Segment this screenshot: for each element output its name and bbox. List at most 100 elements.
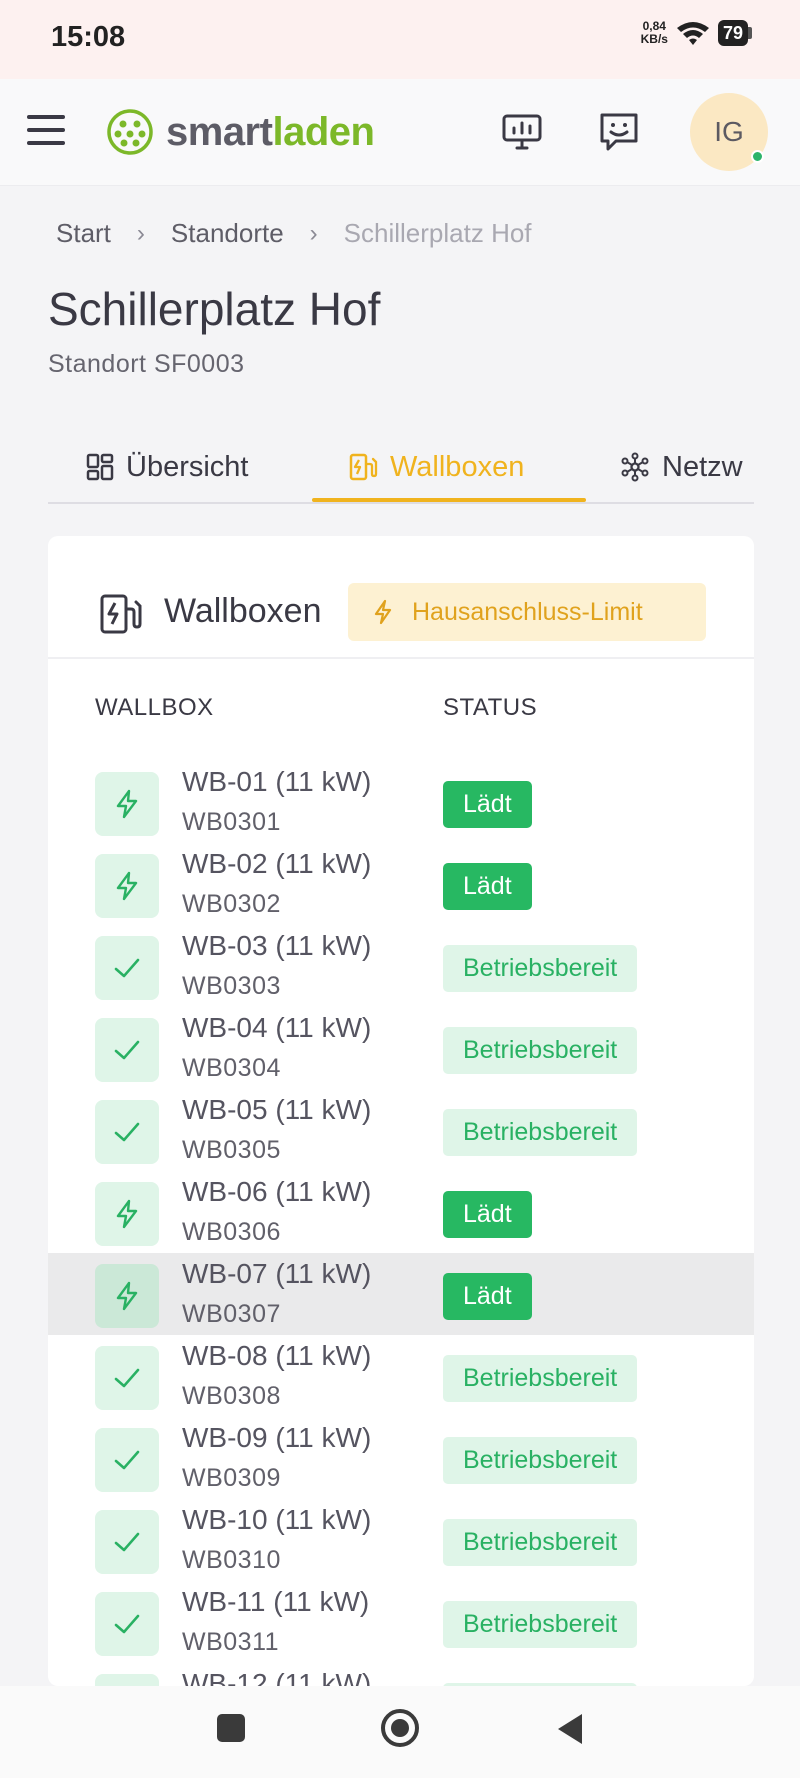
chevron-right-icon: ›: [136, 219, 145, 247]
home-icon[interactable]: [380, 1708, 420, 1748]
charging-station-icon: [100, 594, 142, 634]
menu-icon[interactable]: [27, 115, 65, 145]
breadcrumb: Start › Standorte › Schillerplatz Hof: [56, 218, 532, 249]
network-icon: [621, 452, 649, 482]
wallbox-name[interactable]: WB-06 (11 kW): [182, 1176, 371, 1208]
status-badge: Betriebsbereit: [443, 1109, 638, 1156]
wallbox-name[interactable]: WB-09 (11 kW): [182, 1422, 371, 1454]
breadcrumb-current: Schillerplatz Hof: [343, 218, 532, 248]
status-time: 15:08: [51, 21, 126, 53]
wallbox-id: WB0309: [182, 1464, 281, 1492]
wallbox-row[interactable]: WB-12 (11 kW)WB0312Betriebsbereit: [48, 1663, 754, 1686]
page-title: Schillerplatz Hof: [48, 283, 381, 335]
wallbox-name[interactable]: WB-08 (11 kW): [182, 1340, 371, 1372]
app-header: smartladen IG: [0, 79, 800, 186]
wallbox-id: WB0307: [182, 1300, 281, 1328]
wallbox-name[interactable]: WB-11 (11 kW): [182, 1586, 369, 1618]
column-header-wallbox[interactable]: WALLBOX: [95, 694, 214, 722]
wallbox-name[interactable]: WB-10 (11 kW): [182, 1504, 371, 1536]
wallbox-name[interactable]: WB-01 (11 kW): [182, 766, 371, 798]
tab-network-label: Netzw: [662, 450, 743, 483]
check-icon: [95, 1428, 159, 1492]
wallbox-id: WB0303: [182, 972, 281, 1000]
status-badge: Betriebsbereit: [443, 945, 638, 992]
check-icon: [95, 1346, 159, 1410]
wallbox-card: Wallboxen Hausanschluss-Limit WALLBOX ST…: [48, 536, 754, 1686]
logo-icon: [107, 109, 153, 155]
system-nav-bar: [0, 1686, 800, 1778]
check-icon: [95, 1100, 159, 1164]
lightning-icon: [95, 1264, 159, 1328]
grid-icon: [86, 453, 114, 481]
tab-bar: Übersicht Wallboxen Netzw: [48, 430, 754, 504]
active-tab-indicator: [312, 498, 586, 502]
logo-text-smart: smart: [166, 109, 273, 154]
wallbox-id: WB0308: [182, 1382, 281, 1410]
status-badge: Betriebsbereit: [443, 1519, 638, 1566]
monitor-chart-icon[interactable]: [499, 109, 545, 155]
status-badge: Betriebsbereit: [443, 1601, 638, 1648]
status-bar: 15:08 0,84 KB/s 79: [0, 0, 800, 79]
chat-smile-icon[interactable]: [596, 109, 642, 155]
wallbox-row[interactable]: WB-04 (11 kW) WB0304 Betriebsbereit: [48, 1007, 754, 1089]
wallbox-name[interactable]: WB-04 (11 kW): [182, 1012, 371, 1044]
lightning-icon: [374, 599, 392, 625]
battery-icon: 79: [717, 20, 752, 46]
back-icon[interactable]: [555, 1712, 585, 1746]
wallbox-name[interactable]: WB-12 (11 kW): [182, 1668, 371, 1686]
chevron-right-icon: ›: [309, 219, 318, 247]
lightning-icon: [95, 854, 159, 918]
tab-overview[interactable]: Übersicht: [86, 430, 249, 502]
tab-overview-label: Übersicht: [126, 450, 249, 483]
battery-level: 79: [717, 20, 748, 46]
wallbox-row[interactable]: WB-08 (11 kW) WB0308 Betriebsbereit: [48, 1335, 754, 1417]
logo[interactable]: smartladen: [106, 108, 375, 156]
wallbox-name[interactable]: WB-02 (11 kW): [182, 848, 371, 880]
check-icon: [95, 936, 159, 1000]
wallbox-row[interactable]: WB-01 (11 kW) WB0301 Lädt: [48, 761, 754, 843]
tab-wallboxen[interactable]: Wallboxen: [348, 430, 525, 502]
breadcrumb-standorte[interactable]: Standorte: [171, 218, 284, 249]
status-indicators: 0,84 KB/s 79: [641, 20, 752, 46]
wallbox-row[interactable]: WB-03 (11 kW) WB0303 Betriebsbereit: [48, 925, 754, 1007]
logo-text: smartladen: [166, 109, 375, 155]
wallbox-id: WB0304: [182, 1054, 281, 1082]
network-speed: 0,84 KB/s: [641, 20, 668, 46]
card-header: Wallboxen Hausanschluss-Limit: [48, 536, 754, 659]
wallbox-row[interactable]: WB-02 (11 kW) WB0302 Lädt: [48, 843, 754, 925]
wallbox-row[interactable]: WB-05 (11 kW) WB0305 Betriebsbereit: [48, 1089, 754, 1171]
avatar-initials: IG: [714, 116, 744, 147]
wallbox-row[interactable]: WB-06 (11 kW) WB0306 Lädt: [48, 1171, 754, 1253]
wallbox-id: WB0301: [182, 808, 281, 836]
charging-station-icon: [349, 453, 378, 481]
wallbox-id: WB0302: [182, 890, 281, 918]
status-badge: Lädt: [443, 1273, 532, 1320]
tab-wallboxen-label: Wallboxen: [390, 450, 525, 483]
status-badge: Betriebsbereit: [443, 1355, 638, 1402]
status-badge: Betriebsbereit: [443, 1437, 638, 1484]
wallbox-name[interactable]: WB-03 (11 kW): [182, 930, 371, 962]
wallbox-row[interactable]: WB-07 (11 kW) WB0307 Lädt: [48, 1253, 754, 1335]
status-badge: Lädt: [443, 1191, 532, 1238]
wallbox-name[interactable]: WB-05 (11 kW): [182, 1094, 371, 1126]
wallbox-id: WB0311: [182, 1628, 280, 1656]
house-connection-limit-badge[interactable]: Hausanschluss-Limit: [348, 583, 706, 641]
wallbox-id: WB0306: [182, 1218, 281, 1246]
column-header-status[interactable]: STATUS: [443, 694, 537, 722]
wallbox-row[interactable]: WB-09 (11 kW) WB0309 Betriebsbereit: [48, 1417, 754, 1499]
avatar[interactable]: IG: [690, 93, 768, 171]
wifi-icon: [676, 22, 709, 45]
status-badge: Lädt: [443, 863, 532, 910]
lightning-icon: [95, 1182, 159, 1246]
wallbox-name[interactable]: WB-07 (11 kW): [182, 1258, 371, 1290]
card-title: Wallboxen: [164, 592, 322, 630]
wallbox-row[interactable]: WB-11 (11 kW) WB0311 Betriebsbereit: [48, 1581, 754, 1663]
wallbox-id: WB0310: [182, 1546, 281, 1574]
tab-network[interactable]: Netzw: [620, 430, 743, 502]
check-icon: [95, 1674, 159, 1686]
lightning-icon: [95, 772, 159, 836]
online-status-dot: [751, 150, 764, 163]
recent-apps-icon[interactable]: [215, 1712, 247, 1744]
wallbox-row[interactable]: WB-10 (11 kW) WB0310 Betriebsbereit: [48, 1499, 754, 1581]
breadcrumb-start[interactable]: Start: [56, 218, 111, 249]
